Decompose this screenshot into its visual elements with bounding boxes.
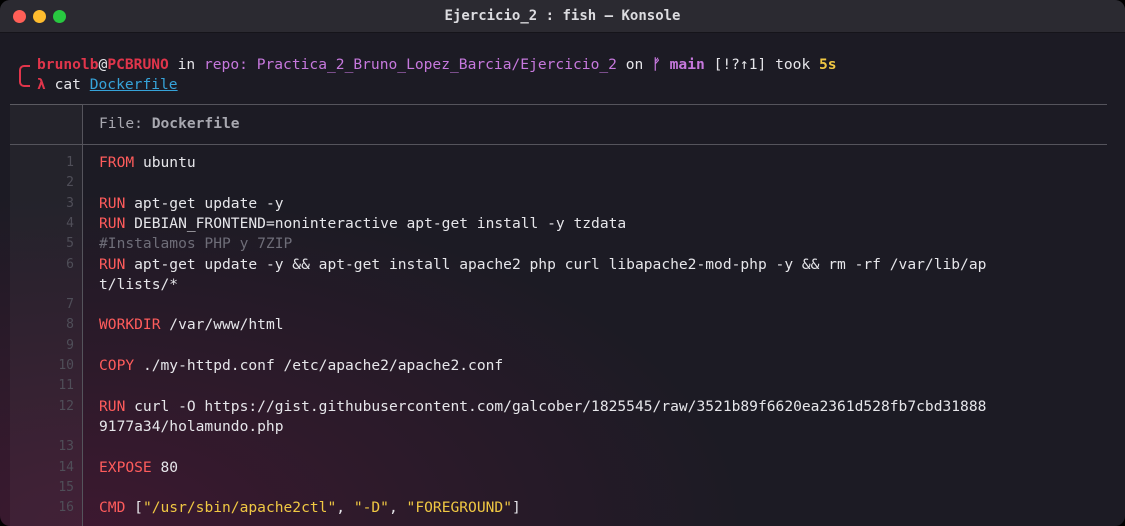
line-number: 14	[58, 459, 74, 475]
comment-token: #Instalamos PHP y 7ZIP	[99, 235, 293, 253]
code-line: WORKDIR /var/www/html	[99, 315, 284, 335]
prompt-took-text: took	[766, 56, 820, 73]
code-line: RUN apt-get update -y	[99, 194, 284, 214]
command-text: cat	[45, 76, 90, 93]
line-number: 16	[58, 500, 74, 516]
line-number: 3	[66, 195, 74, 211]
text-token: ubuntu	[134, 154, 196, 171]
line-number: 13	[58, 439, 74, 455]
keyword-token: RUN	[99, 397, 126, 415]
code-line: #Instalamos PHP y 7ZIP	[99, 234, 292, 254]
code-line: RUN curl -O https://gist.githubuserconte…	[99, 397, 986, 417]
prompt-git-status: [!?↑1]	[704, 56, 767, 73]
line-number	[10, 275, 74, 295]
line-number	[10, 417, 74, 437]
prompt-at: @	[98, 56, 108, 73]
prompt-user: brunolb	[37, 56, 99, 73]
text-token: curl -O https://gist.githubusercontent.c…	[125, 397, 987, 415]
text-token: t/lists/*	[99, 275, 179, 293]
window-title: Ejercicio_2 : fish — Konsole	[444, 8, 681, 24]
line-number: 6	[66, 256, 74, 272]
keyword-token: RUN	[99, 194, 126, 212]
line-number: 11	[58, 378, 74, 394]
line-number: 7	[66, 297, 74, 313]
line-number: 10	[58, 358, 74, 373]
text-token: ]	[511, 499, 521, 517]
code-line: RUN apt-get update -y && apt-get install…	[99, 255, 986, 275]
text-token: ./my-httpd.conf /etc/apache2/apache2.con…	[134, 357, 504, 374]
dockerfile-link[interactable]: Dockerfile	[90, 76, 178, 93]
terminal-area[interactable]: brunolb@PCBRUNO in repo: Practica_2_Brun…	[0, 33, 1125, 526]
keyword-token: COPY	[99, 357, 135, 374]
prompt-corner-bottom	[19, 76, 30, 87]
lambda-prompt-icon: λ	[37, 76, 46, 93]
keyword-token: RUN	[99, 214, 126, 232]
line-number: 8	[66, 317, 74, 333]
keyword-token: WORKDIR	[99, 316, 161, 334]
string-token: "-D"	[353, 499, 389, 517]
text-token: apt-get update -y	[125, 194, 284, 212]
prompt-in-text: in	[168, 56, 204, 73]
line-number: 15	[58, 479, 74, 495]
file-header-label: File:	[99, 115, 152, 132]
keyword-token: EXPOSE	[99, 458, 152, 476]
keyword-token: RUN	[99, 255, 126, 273]
prompt-on-text: on	[616, 56, 653, 73]
line-number: 1	[66, 155, 74, 170]
code-line: RUN DEBIAN_FRONTEND=noninteractive apt-g…	[99, 214, 626, 234]
text-token: /var/www/html	[160, 316, 284, 334]
text-token: ,	[388, 499, 407, 517]
code-line: COPY ./my-httpd.conf /etc/apache2/apache…	[99, 356, 503, 376]
code-line: EXPOSE 80	[99, 458, 178, 478]
header-bottom-rule	[10, 144, 1107, 145]
gutter-divider	[82, 104, 83, 526]
code-line: 9177a34/holamundo.php	[99, 417, 284, 437]
code-line: t/lists/*	[99, 275, 178, 295]
string-token: "FOREGROUND"	[406, 499, 512, 517]
prompt-corner-top	[19, 65, 30, 76]
text-token: ,	[336, 499, 354, 517]
line-number: 4	[66, 215, 74, 231]
keyword-token: FROM	[99, 154, 135, 171]
text-token: 9177a34/holamundo.php	[99, 417, 284, 435]
text-token: apt-get update -y && apt-get install apa…	[125, 255, 987, 273]
line-number: 2	[66, 175, 74, 191]
file-header: File: Dockerfile	[99, 114, 240, 134]
text-token: 80	[151, 458, 179, 476]
konsole-window: Ejercicio_2 : fish — Konsole brunolb@PCB…	[0, 0, 1125, 526]
prompt-host: PCBRUNO	[107, 56, 169, 73]
text-token: DEBIAN_FRONTEND=noninteractive apt-get i…	[125, 214, 627, 232]
line-number: 12	[58, 398, 74, 414]
prompt-line: brunolb@PCBRUNO in repo: Practica_2_Brun…	[37, 55, 837, 75]
header-top-rule	[10, 104, 1107, 105]
keyword-token: CMD	[99, 499, 126, 517]
prompt-repo: repo: Practica_2_Bruno_Lopez_Barcia/Ejer…	[203, 56, 617, 73]
prompt-branch: ᚠ main	[652, 56, 705, 73]
prompt-duration: 5s	[819, 56, 837, 73]
file-header-name: Dockerfile	[151, 115, 240, 132]
line-number: 5	[66, 236, 74, 252]
code-line: CMD ["/usr/sbin/apache2ctl", "-D", "FORE…	[99, 498, 521, 518]
title-bar[interactable]: Ejercicio_2 : fish — Konsole	[0, 0, 1125, 33]
code-line: FROM ubuntu	[99, 153, 196, 173]
string-token: "/usr/sbin/apache2ctl"	[142, 499, 337, 517]
command-line: λ cat Dockerfile	[37, 75, 178, 95]
line-number: 9	[66, 337, 74, 353]
text-token: [	[125, 499, 143, 517]
